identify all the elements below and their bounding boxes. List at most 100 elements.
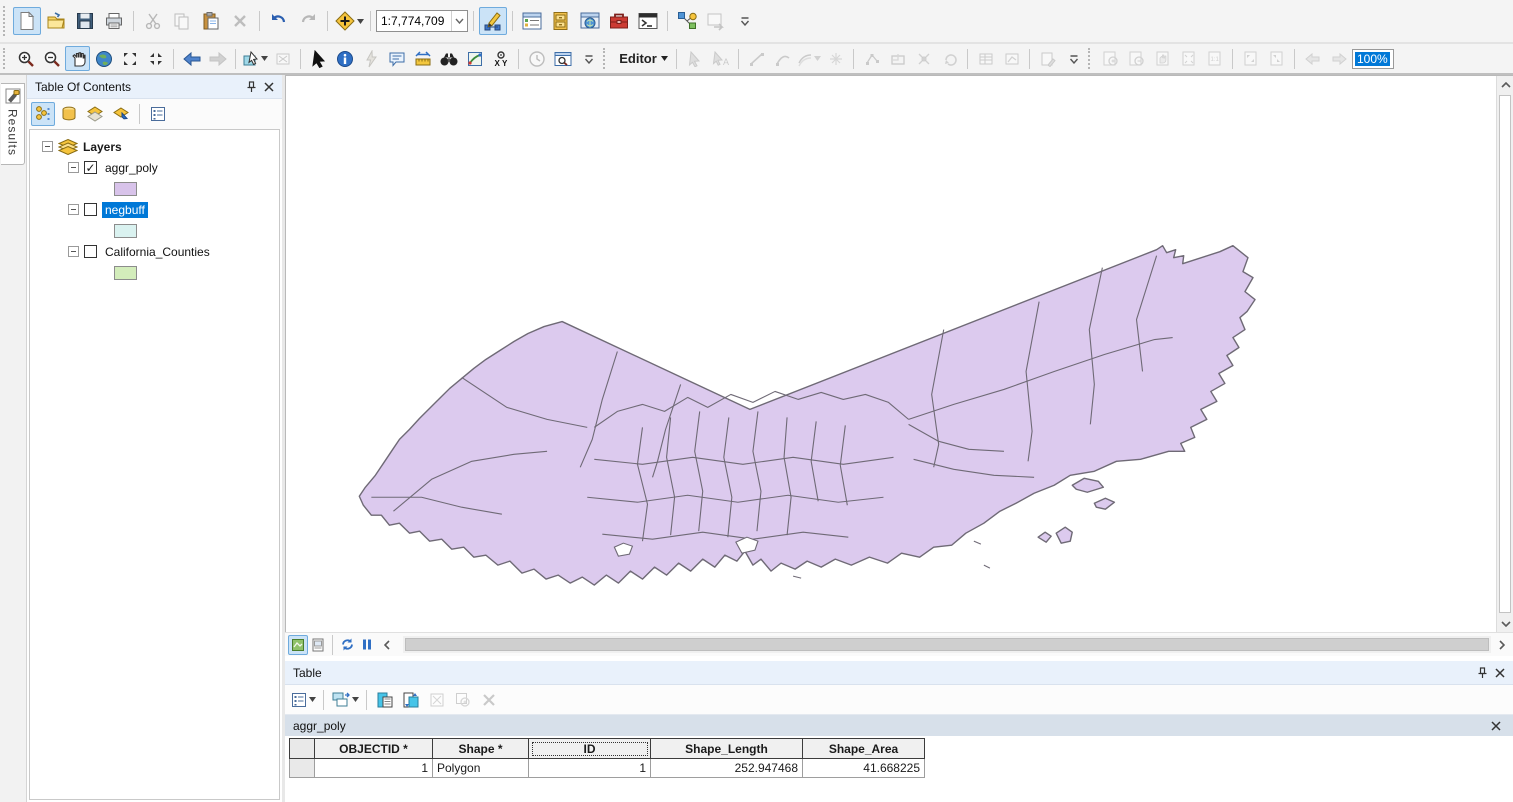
list-by-visibility-button[interactable]	[83, 102, 107, 126]
delete-button[interactable]	[226, 7, 254, 35]
table-of-contents-window-button[interactable]	[518, 7, 546, 35]
toc-pin-button[interactable]	[242, 78, 260, 96]
arctoolbox-window-button[interactable]	[605, 7, 633, 35]
highlight-selected-button[interactable]	[373, 688, 397, 712]
legend-swatch-aggr-poly[interactable]	[114, 181, 137, 196]
forward-extent-button[interactable]	[205, 46, 230, 71]
editor-menu-button[interactable]: Editor	[613, 46, 671, 71]
layer-checkbox-checked[interactable]: ✓	[84, 161, 97, 174]
layout-toolbar-grip[interactable]	[1088, 48, 1094, 69]
table-tab-close-button[interactable]	[1487, 717, 1505, 735]
point-intersection-tool[interactable]	[823, 46, 848, 71]
switch-selection-button[interactable]	[399, 688, 423, 712]
create-viewer-window-button[interactable]	[550, 46, 575, 71]
identify-tool[interactable]	[332, 46, 357, 71]
layout-back-extent-button[interactable]	[1300, 46, 1325, 71]
modelbuilder-window-button[interactable]	[673, 7, 701, 35]
attributes-button[interactable]	[973, 46, 998, 71]
measure-tool[interactable]	[410, 46, 435, 71]
arc-segment-tool[interactable]	[770, 46, 795, 71]
cut-button[interactable]	[139, 7, 167, 35]
layout-full-page-button[interactable]	[1176, 46, 1201, 71]
delete-selected-button[interactable]	[477, 688, 501, 712]
full-extent-button[interactable]	[91, 46, 116, 71]
scroll-left-arrow[interactable]	[377, 639, 397, 650]
results-side-tab[interactable]: Results	[1, 83, 25, 166]
legend-row-california-counties[interactable]	[30, 262, 279, 283]
refresh-view-button[interactable]	[337, 635, 357, 655]
column-header-id[interactable]: ID	[528, 738, 651, 759]
column-header-shape[interactable]: Shape *	[432, 738, 529, 759]
table-options-button[interactable]	[289, 688, 317, 712]
print-button[interactable]	[100, 7, 128, 35]
layout-zoom-100-button[interactable]: 1:1	[1202, 46, 1227, 71]
editor-toolbar-toggle[interactable]	[479, 7, 507, 35]
cell-shape[interactable]: Polygon	[432, 758, 529, 778]
map-canvas[interactable]	[286, 76, 1496, 632]
open-button[interactable]	[42, 7, 70, 35]
layer-name-aggr-poly[interactable]: aggr_poly	[102, 160, 161, 176]
map-scale-combo[interactable]	[376, 10, 468, 32]
list-by-selection-button[interactable]	[109, 102, 133, 126]
toc-options-button[interactable]	[146, 102, 170, 126]
trace-tool[interactable]	[796, 46, 822, 71]
collapse-expander-icon[interactable]	[68, 162, 79, 173]
table-pin-button[interactable]	[1473, 664, 1491, 682]
html-popup-tool[interactable]	[384, 46, 409, 71]
list-by-drawing-order-button[interactable]	[31, 102, 55, 126]
data-view-button[interactable]	[288, 634, 308, 655]
collapse-expander-icon[interactable]	[42, 141, 53, 152]
back-extent-button[interactable]	[179, 46, 204, 71]
cell-id[interactable]: 1	[528, 758, 651, 778]
table-row[interactable]: 1 Polygon 1 252.947468 41.668225	[289, 758, 925, 778]
zoom-out-tool[interactable]	[39, 46, 64, 71]
cell-objectid[interactable]: 1	[314, 758, 433, 778]
legend-row-negbuff[interactable]	[30, 220, 279, 241]
toolbar-options-button[interactable]	[731, 7, 759, 35]
go-to-xy-tool[interactable]: XY	[488, 46, 513, 71]
layer-row-aggr-poly[interactable]: ✓ aggr_poly	[30, 157, 279, 178]
catalog-window-button[interactable]	[547, 7, 575, 35]
edit-tool[interactable]	[682, 46, 707, 71]
toolbar-grip[interactable]	[3, 5, 9, 37]
copy-button[interactable]	[168, 7, 196, 35]
scroll-right-arrow[interactable]	[1491, 639, 1513, 650]
layout-pan-tool[interactable]	[1150, 46, 1175, 71]
model-run-button[interactable]	[702, 7, 730, 35]
column-header-objectid[interactable]: OBJECTID *	[314, 738, 433, 759]
paste-button[interactable]	[197, 7, 225, 35]
undo-button[interactable]	[265, 7, 293, 35]
layer-row-california-counties[interactable]: California_Counties	[30, 241, 279, 262]
map-horizontal-scrollbar[interactable]	[403, 636, 1491, 653]
edit-vertices-tool[interactable]	[859, 46, 884, 71]
vertical-scroll-thumb[interactable]	[1499, 95, 1511, 613]
editor-toolbar-grip[interactable]	[603, 48, 609, 69]
layout-zoom-percent-box[interactable]: 100%	[1352, 48, 1394, 69]
horizontal-scroll-thumb[interactable]	[405, 638, 1489, 651]
layout-zoom-out-tool[interactable]	[1124, 46, 1149, 71]
layout-fixed-zoom-out-button[interactable]	[1264, 46, 1289, 71]
straight-segment-tool[interactable]	[744, 46, 769, 71]
python-window-button[interactable]	[634, 7, 662, 35]
clear-selection-button[interactable]	[425, 688, 449, 712]
sketch-properties-button[interactable]	[999, 46, 1024, 71]
add-data-button[interactable]	[333, 7, 365, 35]
save-button[interactable]	[71, 7, 99, 35]
find-tool[interactable]	[436, 46, 461, 71]
layout-forward-extent-button[interactable]	[1326, 46, 1351, 71]
new-map-button[interactable]	[13, 7, 41, 35]
layer-checkbox-unchecked[interactable]	[84, 203, 97, 216]
legend-swatch-negbuff[interactable]	[114, 223, 137, 238]
legend-swatch-california-counties[interactable]	[114, 265, 137, 280]
toc-close-button[interactable]	[260, 78, 278, 96]
pause-drawing-button[interactable]	[357, 635, 377, 655]
collapse-expander-icon[interactable]	[68, 204, 79, 215]
map-scale-input[interactable]	[377, 14, 451, 28]
map-vertical-scrollbar[interactable]	[1496, 76, 1513, 632]
reshape-feature-tool[interactable]	[885, 46, 910, 71]
create-features-button[interactable]	[1035, 46, 1060, 71]
cut-polygons-tool[interactable]	[911, 46, 936, 71]
collapse-expander-icon[interactable]	[68, 246, 79, 257]
layer-row-negbuff[interactable]: negbuff	[30, 199, 279, 220]
list-by-source-button[interactable]	[57, 102, 81, 126]
